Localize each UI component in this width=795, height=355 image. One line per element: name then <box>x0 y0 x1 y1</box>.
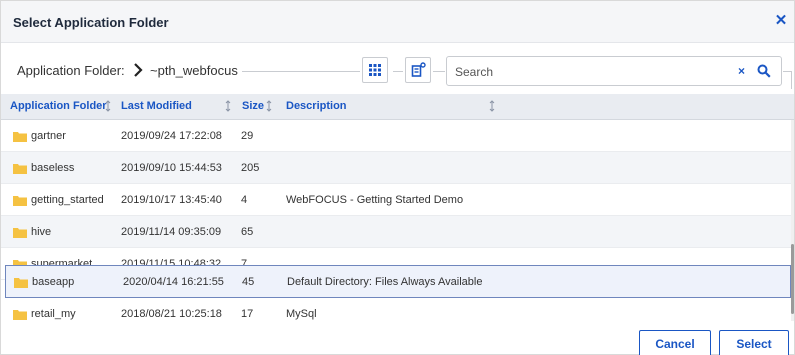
last-modified: 2019/10/17 13:45:40 <box>121 194 222 206</box>
table-row[interactable]: gartner 2019/09/24 17:22:08 29 <box>1 120 791 152</box>
cancel-button[interactable]: Cancel <box>639 330 711 355</box>
grid-view-icon <box>369 64 381 76</box>
column-header-description[interactable]: Description <box>286 100 347 112</box>
last-modified: 2019/09/24 17:22:08 <box>121 130 222 142</box>
select-button[interactable]: Select <box>719 330 789 355</box>
chevron-right-icon[interactable] <box>133 63 143 77</box>
search-input[interactable] <box>455 63 725 81</box>
folder-name: hive <box>31 226 52 238</box>
size: 45 <box>242 276 255 288</box>
scrollbar-thumb[interactable] <box>791 244 794 314</box>
clear-search-icon[interactable]: × <box>738 64 745 78</box>
table-header: Application Folder Last Modified Size De… <box>1 94 794 120</box>
path-bar: Application Folder: ~pth_webfocus Search… <box>1 44 794 94</box>
size: 17 <box>241 308 254 320</box>
size: 4 <box>241 194 248 206</box>
folder-name: getting_started <box>31 194 104 206</box>
column-header-size[interactable]: Size <box>242 100 264 112</box>
size: 65 <box>241 226 254 238</box>
table-row-selected[interactable]: baseapp 2020/04/14 16:21:55 45 Default D… <box>5 265 791 298</box>
path-divider <box>433 71 445 72</box>
dialog-title: Select Application Folder <box>13 15 169 30</box>
table-row[interactable]: retail_my 2018/08/21 10:25:18 17 MySql <box>1 298 791 321</box>
folder-table: Application Folder Last Modified Size De… <box>1 94 794 321</box>
description: MySql <box>286 308 317 320</box>
last-modified: 2019/09/10 15:44:53 <box>121 162 222 174</box>
folder-icon <box>13 228 27 238</box>
table-row[interactable]: hive 2019/11/14 09:35:09 65 <box>1 216 791 248</box>
folder-icon <box>13 196 27 206</box>
size: 205 <box>241 162 260 174</box>
search-icon[interactable] <box>757 64 771 78</box>
select-application-folder-dialog: Select Application Folder ✕ Application … <box>0 0 795 355</box>
folder-icon <box>13 164 27 174</box>
folder-name: baseless <box>31 162 75 174</box>
sort-icon[interactable] <box>266 100 272 112</box>
folder-name: baseapp <box>32 276 75 288</box>
description: Default Directory: Files Always Availabl… <box>287 276 483 288</box>
folder-icon <box>13 132 27 142</box>
table-row[interactable]: getting_started 2019/10/17 13:45:40 4 We… <box>1 184 791 216</box>
table-scrollbar[interactable] <box>791 120 794 321</box>
last-modified: 2020/04/14 16:21:55 <box>123 276 224 288</box>
search-box: × <box>446 56 782 86</box>
detail-view-icon <box>411 62 426 77</box>
grid-view-button[interactable] <box>362 57 388 83</box>
last-modified: 2018/08/21 10:25:18 <box>121 308 222 320</box>
folder-icon <box>13 310 27 320</box>
close-icon[interactable]: ✕ <box>774 13 788 28</box>
folder-name: retail_my <box>31 308 76 320</box>
path-divider <box>242 71 360 72</box>
path-label: Application Folder: <box>17 63 125 78</box>
column-header-application-folder[interactable]: Application Folder <box>10 100 107 112</box>
table-row[interactable]: baseless 2019/09/10 15:44:53 205 <box>1 152 791 184</box>
sort-icon[interactable] <box>489 100 495 112</box>
dialog-titlebar: Select Application Folder ✕ <box>1 1 794 43</box>
path-divider <box>393 71 403 72</box>
sort-icon[interactable] <box>105 100 111 112</box>
size: 29 <box>241 130 254 142</box>
detail-view-button[interactable] <box>405 57 431 83</box>
description: WebFOCUS - Getting Started Demo <box>286 194 464 206</box>
folder-name: gartner <box>31 130 66 142</box>
last-modified: 2019/11/14 09:35:09 <box>121 226 222 238</box>
current-path[interactable]: ~pth_webfocus <box>150 63 238 78</box>
path-divider <box>791 71 792 89</box>
folder-icon <box>14 278 28 288</box>
sort-icon[interactable] <box>225 100 231 112</box>
column-header-last-modified[interactable]: Last Modified <box>121 100 192 112</box>
